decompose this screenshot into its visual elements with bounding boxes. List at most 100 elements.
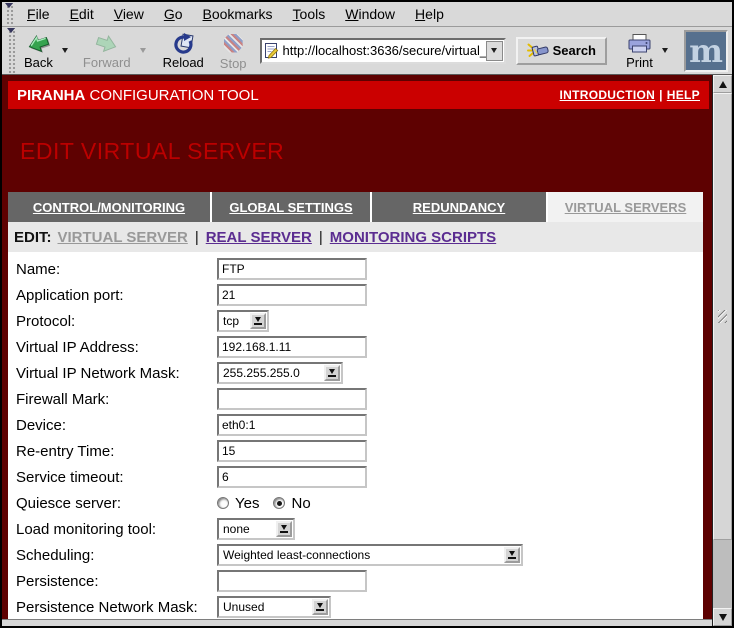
- back-button[interactable]: Back: [19, 30, 58, 71]
- throbber-mozilla-logo[interactable]: m: [684, 30, 728, 72]
- virtual-ip-input[interactable]: [217, 336, 367, 358]
- dropdown-arrow-icon[interactable]: [276, 521, 292, 537]
- menu-item-help[interactable]: Help: [405, 3, 454, 25]
- subnav-prefix: EDIT:: [14, 229, 52, 246]
- subnav-link-monitoring-scripts[interactable]: MONITORING SCRIPTS: [330, 229, 496, 246]
- form-row-reentry-time: Re-entry Time:: [16, 438, 703, 464]
- tab-redundancy[interactable]: REDUNDANCY: [372, 192, 546, 222]
- back-icon: [25, 32, 51, 54]
- print-icon: [626, 33, 653, 54]
- reload-icon: [171, 32, 195, 54]
- form-row-firewall-mark: Firewall Mark:: [16, 386, 703, 412]
- menu-item-edit[interactable]: Edit: [60, 3, 104, 25]
- form-row-application-port: Application port:: [16, 282, 703, 308]
- menu-item-tools[interactable]: Tools: [283, 3, 336, 25]
- virtual-server-form: Name: Application port: Protocol: tcp: [8, 252, 703, 619]
- forward-button[interactable]: Forward: [78, 30, 136, 71]
- scrollbar-thumb[interactable]: [713, 93, 732, 540]
- service-timeout-input[interactable]: [217, 466, 367, 488]
- browser-content-area: PIRANHA CONFIGURATION TOOL INTRODUCTION|…: [2, 75, 732, 626]
- down-arrow-icon: [719, 614, 727, 621]
- form-row-virtual-ip-netmask: Virtual IP Network Mask: 255.255.255.0: [16, 360, 703, 386]
- forward-icon: [94, 32, 120, 54]
- toolbar-grippy[interactable]: [5, 3, 14, 25]
- quiesce-yes-radio[interactable]: [217, 497, 229, 509]
- subnav-link-real-server[interactable]: REAL SERVER: [206, 229, 312, 246]
- field-label: Firewall Mark:: [16, 391, 217, 408]
- reentry-time-input[interactable]: [217, 440, 367, 462]
- device-input[interactable]: [217, 414, 367, 436]
- dropdown-arrow-icon[interactable]: [324, 365, 340, 381]
- persistence-input[interactable]: [217, 570, 367, 592]
- menu-item-bookmarks[interactable]: Bookmarks: [193, 3, 283, 25]
- help-link[interactable]: HELP: [667, 88, 700, 102]
- form-row-name: Name:: [16, 256, 703, 282]
- menu-item-view[interactable]: View: [104, 3, 154, 25]
- quiesce-yes-label: Yes: [235, 495, 259, 512]
- scrollbar-track[interactable]: [713, 540, 732, 608]
- menu-bar: File Edit View Go Bookmarks Tools Window…: [2, 2, 732, 27]
- persistence-netmask-select[interactable]: Unused: [217, 596, 331, 618]
- virtual-ip-netmask-select[interactable]: 255.255.255.0: [217, 362, 343, 384]
- tab-bar: CONTROL/MONITORING GLOBAL SETTINGS REDUN…: [8, 192, 703, 222]
- form-row-quiesce-server: Quiesce server: Yes No: [16, 490, 703, 516]
- toolbar-grippy[interactable]: [7, 28, 16, 73]
- select-value: Weighted least-connections: [223, 548, 370, 562]
- field-label: Re-entry Time:: [16, 443, 217, 460]
- form-row-load-monitoring: Load monitoring tool: none: [16, 516, 703, 542]
- field-label: Scheduling:: [16, 547, 217, 564]
- load-monitoring-select[interactable]: none: [217, 518, 295, 540]
- dropdown-arrow-icon[interactable]: [250, 313, 266, 329]
- stop-button[interactable]: Stop: [215, 30, 252, 72]
- back-history-dropdown[interactable]: [58, 46, 72, 55]
- select-value: Unused: [223, 600, 264, 614]
- field-label: Virtual IP Network Mask:: [16, 365, 217, 382]
- browser-window: File Edit View Go Bookmarks Tools Window…: [0, 0, 734, 628]
- field-label: Load monitoring tool:: [16, 521, 217, 538]
- field-label: Name:: [16, 261, 217, 278]
- url-bar[interactable]: http://localhost:3636/secure/virtual_edi…: [260, 38, 506, 64]
- menu-item-go[interactable]: Go: [154, 3, 193, 25]
- piranha-page: PIRANHA CONFIGURATION TOOL INTRODUCTION|…: [2, 75, 712, 619]
- application-port-input[interactable]: [217, 284, 367, 306]
- stop-icon: [224, 34, 243, 53]
- form-row-device: Device:: [16, 412, 703, 438]
- quiesce-no-radio[interactable]: [273, 497, 285, 509]
- print-dropdown[interactable]: [658, 46, 672, 55]
- scheduling-select[interactable]: Weighted least-connections: [217, 544, 523, 566]
- url-text[interactable]: http://localhost:3636/secure/virtual_edi…: [280, 43, 486, 58]
- scroll-up-button[interactable]: [713, 75, 732, 93]
- form-row-persistence-netmask: Persistence Network Mask: Unused: [16, 594, 703, 619]
- select-value: tcp: [223, 314, 239, 328]
- subnav-current-virtual-server: VIRTUAL SERVER: [58, 229, 188, 246]
- form-row-persistence: Persistence:: [16, 568, 703, 594]
- form-row-virtual-ip: Virtual IP Address:: [16, 334, 703, 360]
- window-bottom-strip: [2, 619, 712, 626]
- print-button[interactable]: Print: [621, 31, 658, 71]
- search-button[interactable]: Search: [516, 37, 607, 65]
- name-input[interactable]: [217, 258, 367, 280]
- field-label: Device:: [16, 417, 217, 434]
- subnav-bar: EDIT: VIRTUAL SERVER | REAL SERVER | MON…: [8, 222, 703, 252]
- tab-virtual-servers[interactable]: VIRTUAL SERVERS: [548, 192, 703, 222]
- forward-history-dropdown[interactable]: [136, 46, 150, 55]
- firewall-mark-input[interactable]: [217, 388, 367, 410]
- tab-global-settings[interactable]: GLOBAL SETTINGS: [212, 192, 370, 222]
- introduction-link[interactable]: INTRODUCTION: [560, 88, 656, 102]
- vertical-scrollbar[interactable]: [712, 75, 732, 626]
- scroll-down-button[interactable]: [713, 608, 732, 626]
- menu-item-file[interactable]: File: [17, 3, 60, 25]
- dropdown-arrow-icon[interactable]: [312, 599, 328, 615]
- page-title: EDIT VIRTUAL SERVER: [20, 138, 709, 165]
- field-label: Service timeout:: [16, 469, 217, 486]
- url-dropdown-button[interactable]: [486, 41, 503, 61]
- field-label: Quiesce server:: [16, 495, 217, 512]
- menu-item-window[interactable]: Window: [335, 3, 405, 25]
- reload-button[interactable]: Reload: [158, 30, 209, 71]
- piranha-title-bar: PIRANHA CONFIGURATION TOOL INTRODUCTION|…: [8, 81, 709, 109]
- protocol-select[interactable]: tcp: [217, 310, 269, 332]
- bookmark-page-icon: [263, 42, 280, 60]
- dropdown-arrow-icon[interactable]: [504, 547, 520, 563]
- brand-title: PIRANHA CONFIGURATION TOOL: [17, 87, 259, 104]
- tab-control-monitoring[interactable]: CONTROL/MONITORING: [8, 192, 210, 222]
